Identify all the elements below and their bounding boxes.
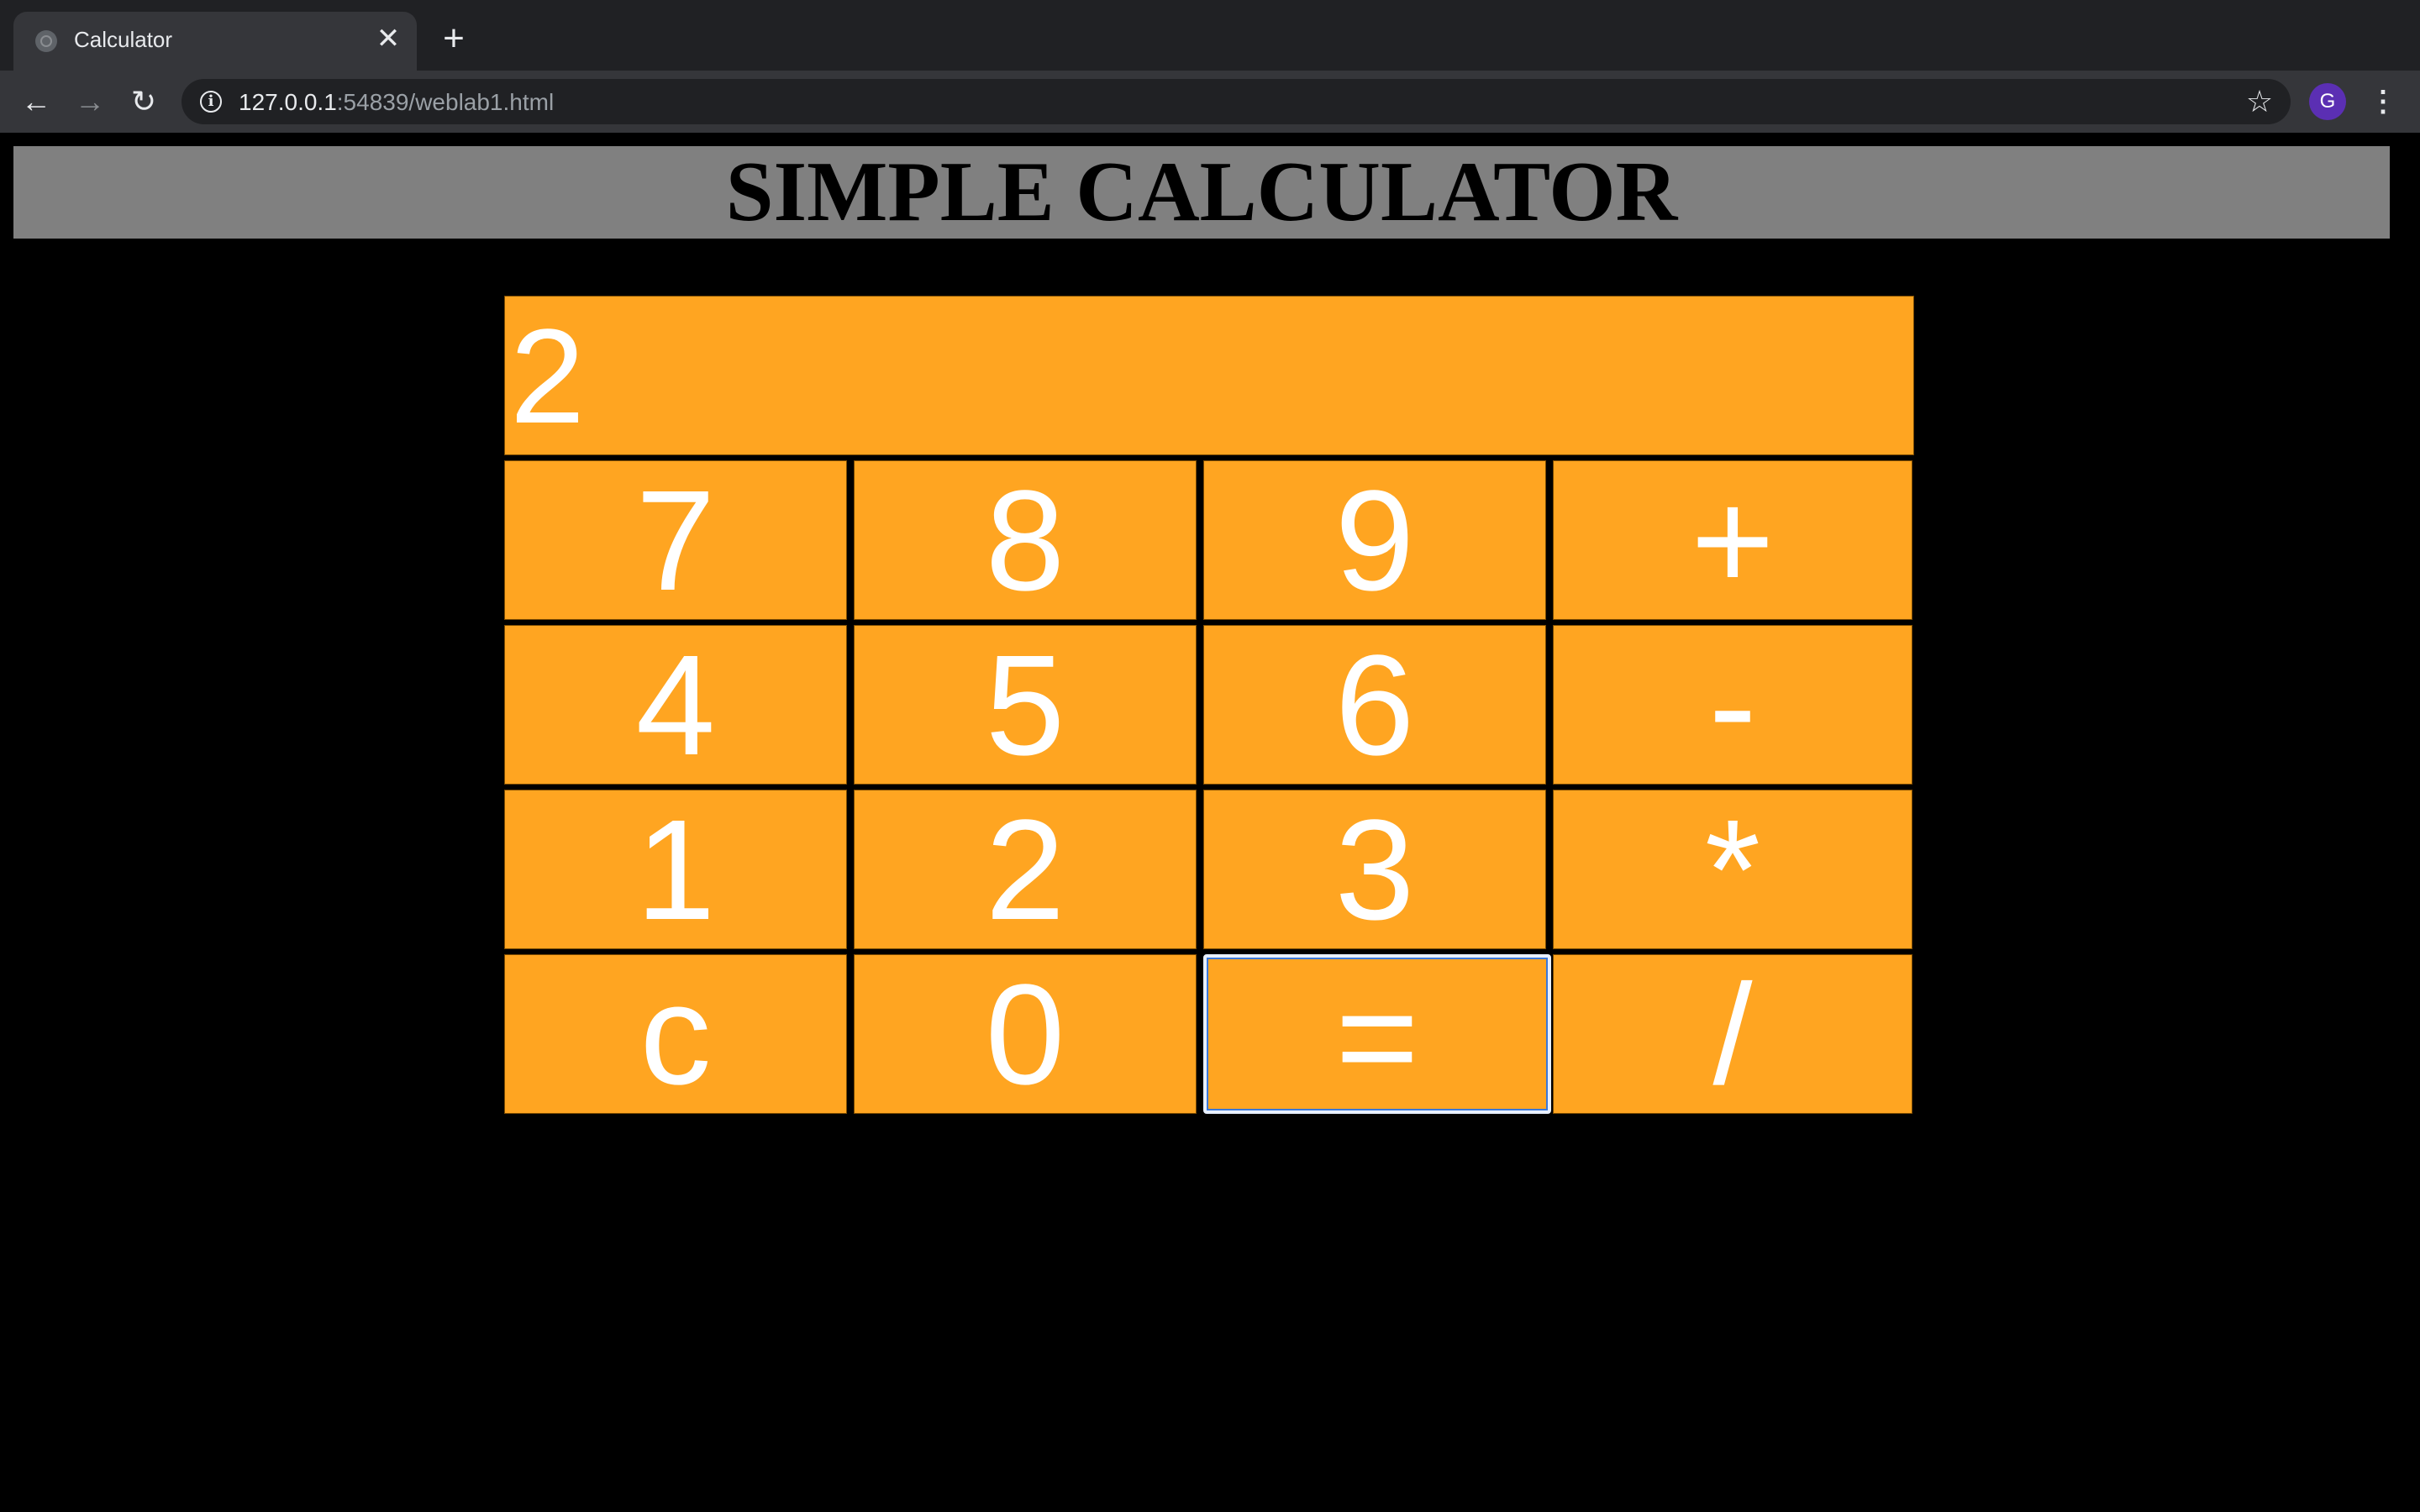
forward-arrow-icon[interactable]: → [69,81,111,123]
key-3[interactable]: 3 [1203,790,1546,950]
page-header: SIMPLE CALCULATOR [13,146,2390,239]
key-4[interactable]: 4 [504,625,847,785]
key-divide[interactable]: / [1553,954,1912,1115]
key-multiply[interactable]: * [1553,790,1912,950]
page-title: SIMPLE CALCULATOR [725,144,1678,239]
key-minus[interactable]: - [1553,625,1912,785]
calculator-display[interactable]: 2 [504,296,1914,455]
key-5[interactable]: 5 [854,625,1197,785]
key-equals[interactable]: = [1203,954,1551,1117]
browser-toolbar: ← → ↻ i 127.0.0.1:54839/weblab1.html ☆ G… [0,71,2420,133]
profile-avatar[interactable]: G [2309,83,2346,120]
kebab-menu-icon[interactable]: ⋮ [2366,81,2400,123]
close-tab-icon[interactable]: ✕ [371,22,405,55]
globe-icon [35,30,57,52]
key-plus[interactable]: + [1553,460,1912,621]
tab-title: Calculator [74,27,173,52]
key-9[interactable]: 9 [1203,460,1546,621]
info-icon[interactable]: i [200,91,222,113]
key-0[interactable]: 0 [854,954,1197,1115]
key-8[interactable]: 8 [854,460,1197,621]
key-7[interactable]: 7 [504,460,847,621]
key-clear[interactable]: c [504,954,847,1115]
browser-tab[interactable]: Calculator ✕ [13,12,417,71]
url-text[interactable]: 127.0.0.1:54839/weblab1.html [239,89,554,116]
address-bar[interactable]: i 127.0.0.1:54839/weblab1.html ☆ [182,79,2291,124]
new-tab-icon[interactable]: + [435,20,472,57]
key-2[interactable]: 2 [854,790,1197,950]
key-6[interactable]: 6 [1203,625,1546,785]
tab-strip: Calculator ✕ + [0,0,2420,71]
bookmark-star-icon[interactable]: ☆ [2242,84,2277,119]
back-arrow-icon[interactable]: ← [15,81,57,123]
reload-icon[interactable]: ↻ [123,81,165,123]
key-1[interactable]: 1 [504,790,847,950]
